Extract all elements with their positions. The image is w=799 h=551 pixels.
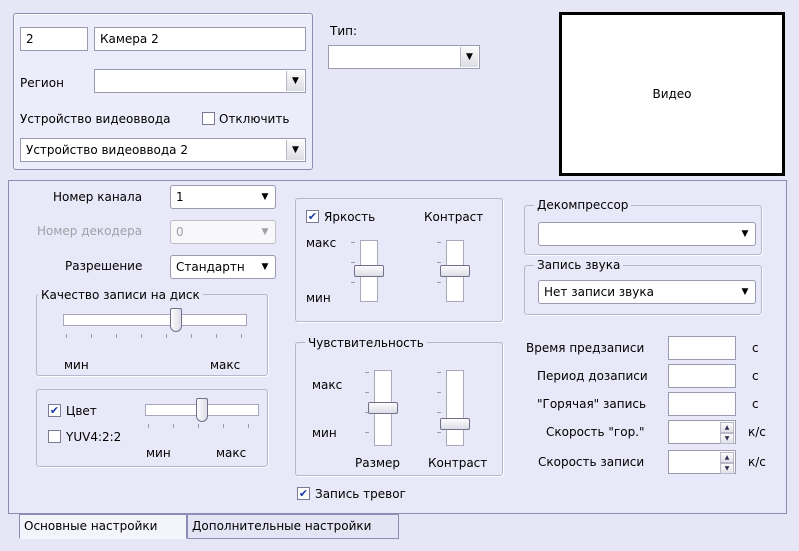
checkmark-icon: ✔ (307, 210, 318, 223)
video-preview: Видео (559, 12, 785, 176)
sens-contrast-slider-thumb[interactable] (440, 418, 470, 430)
alarm-record-label: Запись тревог (315, 487, 406, 501)
resolution-label: Разрешение (65, 259, 143, 273)
prerecord-field[interactable] (668, 336, 736, 360)
type-select[interactable]: ▼ (328, 45, 480, 69)
brightness-min-label: мин (306, 291, 331, 305)
color-min-label: мин (146, 446, 171, 460)
camera-panel: 2 Камера 2 Регион ▼ Устройство видеоввод… (13, 13, 313, 170)
sens-contrast-ticks (437, 372, 441, 444)
dropdown-arrow-icon[interactable]: ▼ (256, 187, 274, 207)
sens-contrast-label: Контраст (428, 456, 488, 470)
sound-value: Нет записи звука (544, 285, 654, 299)
quality-min-label: мин (64, 358, 89, 372)
sensitivity-title: Чувствительность (305, 336, 427, 350)
camera-id-field[interactable]: 2 (20, 27, 88, 51)
region-label: Регион (20, 76, 64, 90)
dropdown-arrow-icon: ▼ (261, 227, 269, 237)
size-slider-thumb[interactable] (368, 402, 398, 414)
brightness-label: Яркость (324, 210, 376, 224)
color-label: Цвет (66, 404, 97, 418)
brightness-max-label: макс (306, 236, 337, 250)
channel-select[interactable]: 1 ▼ (170, 185, 276, 209)
quality-ticks (66, 334, 246, 338)
postrecord-field[interactable] (668, 364, 736, 388)
resolution-value: Стандартн (176, 260, 245, 274)
color-slider-thumb[interactable] (196, 398, 208, 422)
yuv-label: YUV4:2:2 (66, 430, 122, 444)
color-ticks (148, 424, 258, 428)
video-label: Видео (652, 87, 692, 101)
sound-select[interactable]: Нет записи звука ▼ (538, 280, 756, 304)
decompressor-select[interactable]: ▼ (538, 222, 756, 246)
decoder-select: 0 ▼ (170, 220, 276, 244)
dropdown-arrow-icon[interactable]: ▼ (736, 282, 754, 302)
decompressor-title: Декомпрессор (534, 198, 632, 212)
prerecord-label: Время предзаписи (526, 341, 645, 355)
dropdown-arrow-icon[interactable]: ▼ (286, 140, 304, 160)
rec-speed-unit: к/с (748, 455, 766, 469)
input-device-select[interactable]: Устройство видеоввода 2 ▼ (20, 138, 306, 162)
camera-name-field[interactable]: Камера 2 (94, 27, 306, 51)
hot-speed-label: Скорость "гор." (546, 425, 645, 439)
spin-down-icon[interactable]: ▼ (720, 433, 734, 444)
dropdown-arrow-icon[interactable]: ▼ (736, 224, 754, 244)
hot-speed-unit: к/с (748, 425, 766, 439)
contrast-slider-thumb[interactable] (440, 265, 470, 277)
disable-checkbox[interactable] (202, 112, 215, 125)
channel-label: Номер канала (53, 190, 143, 204)
color-checkbox[interactable]: ✔ (48, 404, 61, 417)
contrast-label: Контраст (424, 210, 484, 224)
brightness-slider-thumb[interactable] (354, 265, 384, 277)
type-label: Тип: (330, 24, 358, 38)
color-max-label: макс (216, 446, 247, 460)
size-label: Размер (355, 456, 401, 470)
decoder-label: Номер декодера (37, 224, 143, 238)
input-device-value: Устройство видеоввода 2 (26, 143, 188, 157)
brightness-checkbox[interactable]: ✔ (306, 210, 319, 223)
decoder-value: 0 (176, 225, 184, 239)
disable-label: Отключить (219, 112, 290, 126)
tab-additional-settings[interactable]: Дополнительные настройки (187, 514, 399, 539)
dropdown-arrow-icon[interactable]: ▼ (256, 257, 274, 277)
alarm-record-checkbox[interactable]: ✔ (297, 487, 310, 500)
postrecord-unit: с (752, 369, 759, 383)
rec-speed-label: Скорость записи (538, 455, 645, 469)
spin-up-icon[interactable]: ▲ (720, 452, 734, 463)
yuv-checkbox[interactable] (48, 430, 61, 443)
hot-record-unit: с (752, 397, 759, 411)
hot-record-field[interactable] (668, 392, 736, 416)
resolution-select[interactable]: Стандартн ▼ (170, 255, 276, 279)
rec-speed-spinner[interactable]: ▲ ▼ (668, 450, 736, 474)
sensitivity-min-label: мин (312, 426, 337, 440)
prerecord-unit: с (752, 341, 759, 355)
dropdown-arrow-icon[interactable]: ▼ (460, 47, 478, 67)
spin-down-icon[interactable]: ▼ (720, 463, 734, 474)
dropdown-arrow-icon[interactable]: ▼ (286, 71, 304, 91)
input-device-label: Устройство видеоввода (20, 112, 171, 126)
quality-slider-thumb[interactable] (169, 308, 182, 332)
hot-speed-spinner[interactable]: ▲ ▼ (668, 420, 736, 444)
quality-max-label: макс (210, 358, 241, 372)
tab-main-settings[interactable]: Основные настройки (19, 514, 187, 539)
channel-value: 1 (176, 190, 184, 204)
region-select[interactable]: ▼ (94, 69, 306, 93)
postrecord-label: Период дозаписи (537, 369, 648, 383)
sens-contrast-track (446, 370, 464, 446)
sensitivity-max-label: макс (312, 378, 343, 392)
spin-up-icon[interactable]: ▲ (720, 422, 734, 433)
quality-track (63, 314, 247, 326)
checkmark-icon: ✔ (49, 404, 60, 417)
hot-record-label: "Горячая" запись (537, 397, 647, 411)
quality-title: Качество записи на диск (38, 288, 203, 302)
checkmark-icon: ✔ (298, 487, 309, 500)
sound-title: Запись звука (534, 258, 624, 272)
